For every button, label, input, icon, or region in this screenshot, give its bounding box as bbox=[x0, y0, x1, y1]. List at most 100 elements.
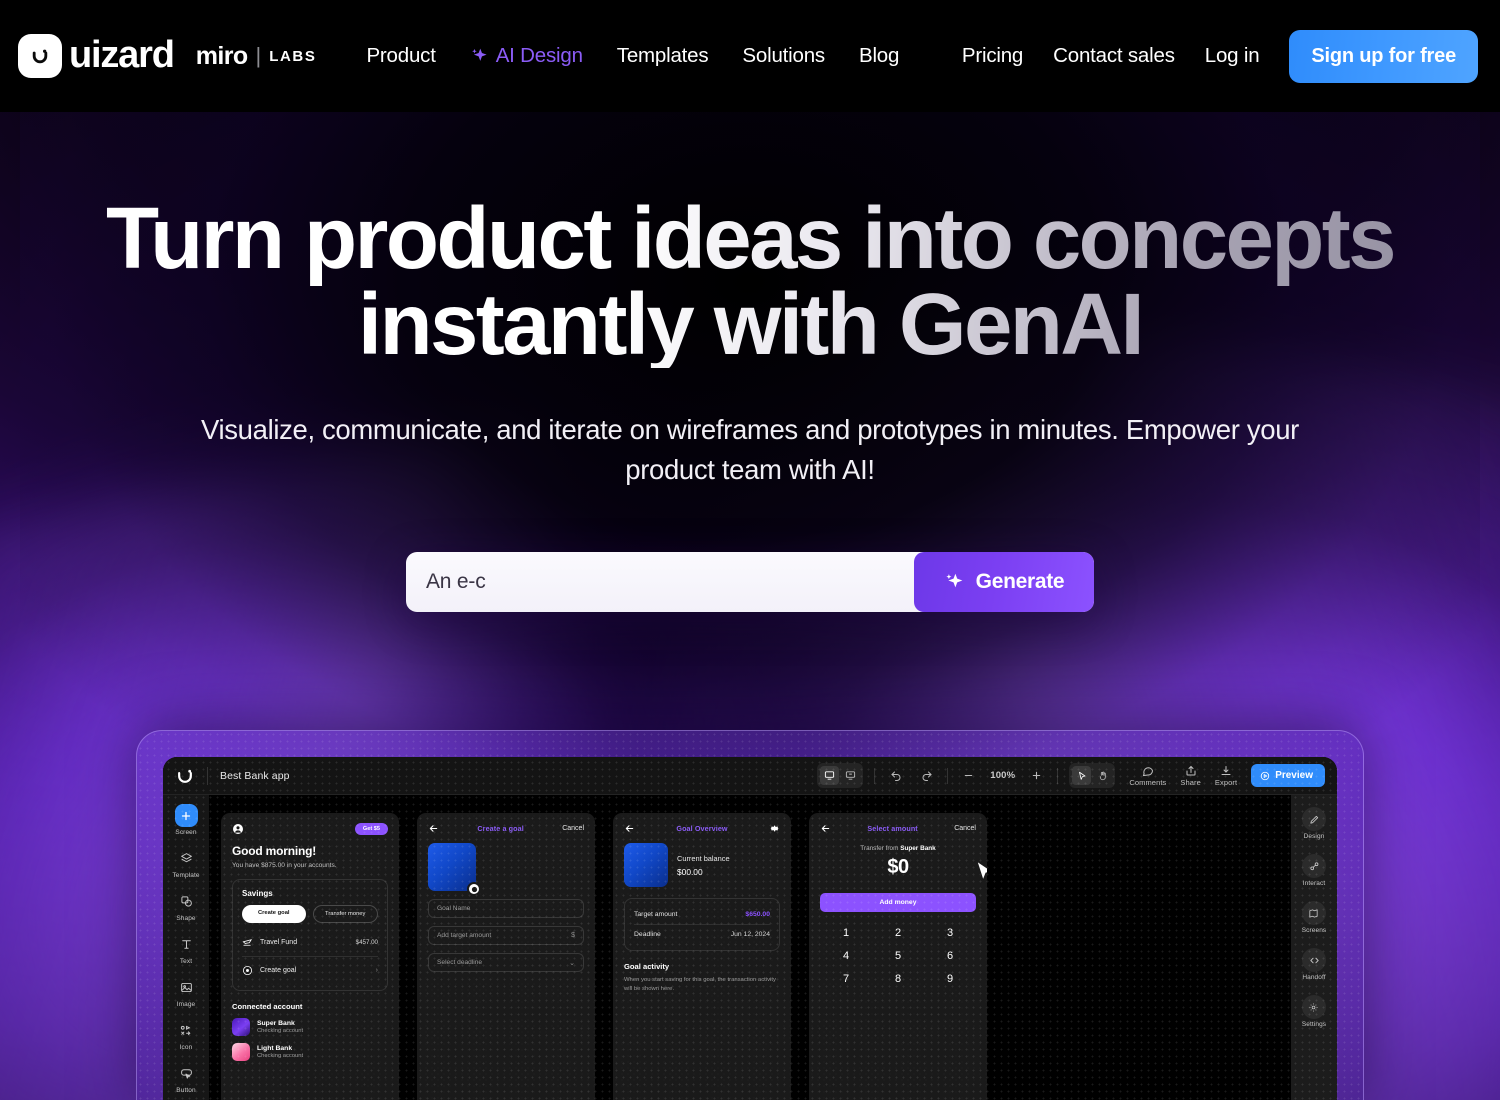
generate-button-label: Generate bbox=[975, 570, 1065, 593]
flow-view-icon[interactable] bbox=[841, 766, 860, 785]
currency-suffix: $ bbox=[571, 932, 575, 939]
nav-link-contact-sales[interactable]: Contact sales bbox=[1053, 44, 1175, 68]
add-money-button[interactable]: Add money bbox=[820, 893, 976, 912]
keypad-key-6[interactable]: 6 bbox=[924, 950, 976, 962]
rail-label-interact: Interact bbox=[1302, 880, 1326, 887]
savings-row-create-goal[interactable]: Create goal › bbox=[242, 959, 378, 982]
uizard-wordmark: uizard bbox=[69, 33, 175, 76]
keypad-key-5[interactable]: 5 bbox=[872, 950, 924, 962]
target-icon bbox=[242, 965, 253, 976]
keypad-key-4[interactable]: 4 bbox=[820, 950, 872, 962]
comments-button[interactable]: Comments bbox=[1129, 765, 1166, 787]
numeric-keypad[interactable]: 1 2 3 4 5 6 7 8 9 bbox=[820, 927, 976, 985]
detail-value: Jun 12, 2024 bbox=[730, 931, 770, 938]
target-amount-field[interactable]: Add target amount $ bbox=[428, 926, 584, 945]
keypad-key-3[interactable]: 3 bbox=[924, 927, 976, 939]
keypad-key-2[interactable]: 2 bbox=[872, 927, 924, 939]
uizard-logo[interactable]: uizard bbox=[18, 33, 175, 78]
create-goal-button[interactable]: Create goal bbox=[242, 905, 306, 923]
screen-view-icon[interactable] bbox=[820, 766, 840, 785]
design-canvas[interactable]: Get $5 Good morning! You have $875.00 in… bbox=[209, 795, 1291, 1100]
goal-details-card: Target amount $650.00 Deadline Jun 12, 2… bbox=[624, 898, 780, 951]
prompt-input[interactable] bbox=[406, 552, 914, 612]
rail-item-interact[interactable]: Interact bbox=[1302, 854, 1326, 887]
gear-icon[interactable] bbox=[769, 823, 780, 834]
account-type: Checking account bbox=[257, 1053, 304, 1059]
prompt-bar: Generate bbox=[406, 552, 1094, 612]
keypad-key-7[interactable]: 7 bbox=[820, 973, 872, 985]
keypad-key-9[interactable]: 9 bbox=[924, 973, 976, 985]
nav-link-templates[interactable]: Templates bbox=[617, 44, 709, 68]
rail-item-button[interactable]: Button bbox=[175, 1062, 198, 1094]
preview-button[interactable]: Preview bbox=[1251, 764, 1325, 787]
generate-button[interactable]: Generate bbox=[914, 552, 1094, 612]
nav-link-pricing[interactable]: Pricing bbox=[962, 44, 1023, 68]
rail-item-shape[interactable]: Shape bbox=[175, 890, 198, 922]
detail-key: Deadline bbox=[634, 931, 661, 938]
cursor-icon[interactable] bbox=[1072, 766, 1092, 785]
screen-create-goal[interactable]: Create a goal Cancel Goal Name Add targe… bbox=[417, 813, 595, 1100]
rail-item-text[interactable]: Text bbox=[175, 933, 198, 965]
keypad-key-8[interactable]: 8 bbox=[872, 973, 924, 985]
nav-link-solutions[interactable]: Solutions bbox=[742, 44, 825, 68]
rail-item-icon[interactable]: Icon bbox=[175, 1019, 198, 1051]
savings-row-travel-fund[interactable]: Travel Fund $457.00 bbox=[242, 931, 378, 954]
app-uizard-logo-icon[interactable] bbox=[175, 766, 195, 786]
nav-link-log-in[interactable]: Log in bbox=[1205, 44, 1260, 68]
rail-item-screen[interactable]: Screen bbox=[174, 804, 198, 836]
file-name[interactable]: Best Bank app bbox=[220, 770, 290, 782]
rail-item-screens[interactable]: Screens bbox=[1302, 901, 1327, 934]
arrow-left-icon[interactable] bbox=[428, 823, 439, 834]
goal-name-field[interactable]: Goal Name bbox=[428, 899, 584, 918]
arrow-left-icon[interactable] bbox=[820, 823, 831, 834]
rail-label-image: Image bbox=[176, 1001, 196, 1008]
nav-link-blog[interactable]: Blog bbox=[859, 44, 899, 68]
savings-card: Savings Create goal Transfer money Trave… bbox=[232, 879, 388, 991]
minus-icon[interactable] bbox=[959, 766, 978, 785]
undo-icon[interactable] bbox=[886, 766, 905, 785]
rail-item-design[interactable]: Design bbox=[1302, 807, 1326, 840]
savings-row-amount: $457.00 bbox=[355, 939, 378, 946]
savings-row-label: Travel Fund bbox=[260, 939, 298, 946]
account-row-light-bank[interactable]: Light Bank Checking account bbox=[232, 1043, 388, 1061]
comments-label: Comments bbox=[1129, 777, 1167, 787]
connected-accounts-title: Connected account bbox=[232, 1002, 303, 1011]
plus-icon[interactable] bbox=[1027, 766, 1046, 785]
button-icon bbox=[175, 1062, 198, 1085]
target-amount-placeholder: Add target amount bbox=[437, 932, 492, 939]
create-goal-title: Create a goal bbox=[477, 824, 524, 833]
promo-badge[interactable]: Get $5 bbox=[354, 823, 388, 835]
nav-link-ai-design[interactable]: AI Design bbox=[470, 44, 583, 68]
goal-image-picker[interactable] bbox=[428, 843, 481, 896]
account-row-super-bank[interactable]: Super Bank Checking account bbox=[232, 1018, 388, 1036]
sign-up-button[interactable]: Sign up for free bbox=[1289, 29, 1478, 83]
account-thumbnail bbox=[232, 1018, 250, 1036]
rail-item-template[interactable]: Template bbox=[172, 847, 199, 879]
transfer-money-button[interactable]: Transfer money bbox=[312, 905, 378, 923]
redo-icon[interactable] bbox=[917, 766, 936, 785]
goal-overview-title: Goal Overview bbox=[676, 824, 728, 833]
transfer-source-row: Transfer from Super Bank bbox=[820, 845, 976, 852]
cancel-button[interactable]: Cancel bbox=[954, 825, 976, 832]
rail-item-handoff[interactable]: Handoff bbox=[1302, 948, 1326, 981]
chevron-right-icon: › bbox=[375, 967, 378, 974]
keypad-key-1[interactable]: 1 bbox=[820, 927, 872, 939]
export-button[interactable]: Export bbox=[1215, 765, 1237, 787]
hand-icon[interactable] bbox=[1093, 766, 1112, 785]
miro-labs-lockup[interactable]: miro | LABS bbox=[196, 42, 317, 71]
play-icon bbox=[1261, 771, 1270, 780]
user-avatar-icon[interactable] bbox=[232, 823, 244, 835]
cancel-button[interactable]: Cancel bbox=[562, 825, 584, 832]
deadline-select[interactable]: Select deadline ⌄ bbox=[428, 953, 584, 972]
zoom-level[interactable]: 100% bbox=[990, 770, 1015, 781]
share-button[interactable]: Share bbox=[1180, 765, 1201, 787]
screen-goal-overview[interactable]: Goal Overview Current balance $00.00 Tar… bbox=[613, 813, 791, 1100]
arrow-left-icon[interactable] bbox=[624, 823, 635, 834]
rail-item-image[interactable]: Image bbox=[175, 976, 198, 1008]
screen-select-amount[interactable]: Select amount Cancel Transfer from Super… bbox=[809, 813, 987, 1100]
nav-link-product[interactable]: Product bbox=[366, 44, 435, 68]
brand[interactable]: uizard miro | LABS bbox=[18, 34, 316, 78]
toolbar-divider bbox=[1057, 767, 1059, 784]
rail-item-settings[interactable]: Settings bbox=[1302, 995, 1326, 1028]
screen-home[interactable]: Get $5 Good morning! You have $875.00 in… bbox=[221, 813, 399, 1100]
